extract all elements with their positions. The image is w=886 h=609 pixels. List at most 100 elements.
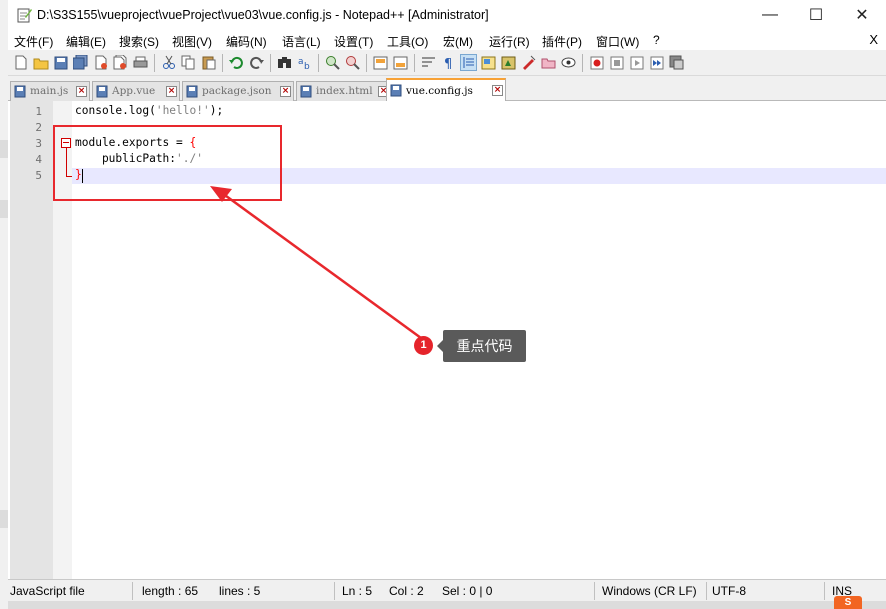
notepad-plus-plus-window: D:\S3S155\vueproject\vueProject\vue03\vu… <box>8 0 886 609</box>
tab-label: vue.config.js <box>406 85 473 97</box>
menu-view[interactable]: 视图(V) <box>172 33 212 50</box>
tab-package-json[interactable]: package.json × <box>182 81 294 101</box>
show-all-characters-icon[interactable]: ¶ <box>440 54 457 71</box>
status-bar: JavaScript file length : 65 lines : 5 Ln… <box>8 579 886 601</box>
svg-text:b: b <box>304 62 310 70</box>
close-window-button[interactable]: ✕ <box>839 0 885 30</box>
stop-record-icon[interactable] <box>608 54 625 71</box>
run-macro-multiple-icon[interactable] <box>648 54 665 71</box>
menu-encoding[interactable]: 编码(N) <box>226 33 267 50</box>
menu-run[interactable]: 运行(R) <box>489 33 530 50</box>
line-number: 3 <box>35 137 42 150</box>
toolbar-separator <box>270 54 271 72</box>
line-number: 4 <box>35 153 42 166</box>
status-separator <box>334 582 335 600</box>
menu-plugins[interactable]: 插件(P) <box>542 33 582 50</box>
notepad-app-icon <box>17 8 32 23</box>
title-bar[interactable]: D:\S3S155\vueproject\vueProject\vue03\vu… <box>8 0 886 30</box>
tab-close-icon[interactable]: × <box>492 85 503 96</box>
toolbar: ab ¶ <box>8 50 886 76</box>
redo-icon[interactable] <box>248 54 265 71</box>
copy-icon[interactable] <box>180 54 197 71</box>
save-macro-icon[interactable] <box>668 54 685 71</box>
menu-settings[interactable]: 设置(T) <box>334 33 373 50</box>
function-list-icon[interactable] <box>520 54 537 71</box>
line-number: 2 <box>35 121 42 134</box>
document-saved-icon <box>390 84 402 97</box>
status-eol[interactable]: Windows (CR LF) <box>602 584 697 598</box>
window-title: D:\S3S155\vueproject\vueProject\vue03\vu… <box>37 8 489 22</box>
close-document-button[interactable]: X <box>869 32 878 47</box>
maximize-button[interactable]: ☐ <box>793 0 839 30</box>
menu-search[interactable]: 搜索(S) <box>119 33 159 50</box>
taskbar-edge <box>8 601 886 609</box>
close-icon: ✕ <box>855 7 869 24</box>
tab-close-icon[interactable]: × <box>76 86 87 97</box>
document-saved-icon <box>14 85 26 98</box>
cut-icon[interactable] <box>160 54 177 71</box>
menu-window[interactable]: 窗口(W) <box>596 33 639 50</box>
menu-help[interactable]: ? <box>653 33 660 47</box>
record-macro-icon[interactable] <box>588 54 605 71</box>
status-selection: Sel : 0 | 0 <box>442 584 493 598</box>
zoom-in-icon[interactable] <box>324 54 341 71</box>
ime-sogou-icon[interactable]: S <box>834 596 862 609</box>
status-length: length : 65 <box>142 584 199 598</box>
menu-macro[interactable]: 宏(M) <box>443 33 473 50</box>
document-tab-bar: main.js × App.vue × package.json × index… <box>8 77 886 101</box>
toolbar-separator <box>154 54 155 72</box>
status-separator <box>594 582 595 600</box>
status-separator <box>824 582 825 600</box>
minimize-button[interactable]: — <box>747 0 793 30</box>
zoom-out-icon[interactable] <box>344 54 361 71</box>
menu-tools[interactable]: 工具(O) <box>387 33 428 50</box>
document-map-icon[interactable] <box>500 54 517 71</box>
play-macro-icon[interactable] <box>628 54 645 71</box>
tab-label: main.js <box>30 85 69 97</box>
tab-label: package.json <box>202 85 272 97</box>
monitoring-icon[interactable] <box>560 54 577 71</box>
menu-edit[interactable]: 编辑(E) <box>66 33 106 50</box>
svg-text:a: a <box>298 57 304 67</box>
replace-icon[interactable]: ab <box>296 54 313 71</box>
toolbar-separator <box>414 54 415 72</box>
code-line: console.log('hello!'); <box>75 104 224 117</box>
tab-label: index.html <box>316 85 373 97</box>
menu-file[interactable]: 文件(F) <box>14 33 53 50</box>
print-icon[interactable] <box>132 54 149 71</box>
find-icon[interactable] <box>276 54 293 71</box>
status-encoding[interactable]: UTF-8 <box>712 584 746 598</box>
highlight-box <box>53 125 282 201</box>
tab-close-icon[interactable]: × <box>166 86 177 97</box>
tab-close-icon[interactable]: × <box>280 86 291 97</box>
status-separator <box>706 582 707 600</box>
close-file-icon[interactable] <box>92 54 109 71</box>
tab-vue-config-js[interactable]: vue.config.js × <box>386 78 506 101</box>
new-file-icon[interactable] <box>12 54 29 71</box>
status-column: Col : 2 <box>389 584 424 598</box>
user-language-icon[interactable] <box>480 54 497 71</box>
step-badge: 1 <box>414 336 433 355</box>
menu-bar: 文件(F) 编辑(E) 搜索(S) 视图(V) 编码(N) 语言(L) 设置(T… <box>8 30 886 50</box>
save-icon[interactable] <box>52 54 69 71</box>
sync-vertical-icon[interactable] <box>372 54 389 71</box>
undo-icon[interactable] <box>228 54 245 71</box>
tab-index-html[interactable]: index.html × <box>296 81 392 101</box>
tab-app-vue[interactable]: App.vue × <box>92 81 180 101</box>
status-file-type: JavaScript file <box>10 584 85 598</box>
open-file-icon[interactable] <box>32 54 49 71</box>
menu-language[interactable]: 语言(L) <box>282 33 321 50</box>
folder-workspace-icon[interactable] <box>540 54 557 71</box>
paste-icon[interactable] <box>200 54 217 71</box>
tab-main-js[interactable]: main.js × <box>10 81 90 101</box>
indent-guide-icon[interactable] <box>460 54 477 71</box>
save-all-icon[interactable] <box>72 54 89 71</box>
sync-horizontal-icon[interactable] <box>392 54 409 71</box>
status-lines: lines : 5 <box>219 584 261 598</box>
word-wrap-icon[interactable] <box>420 54 437 71</box>
status-line: Ln : 5 <box>342 584 373 598</box>
close-all-icon[interactable] <box>112 54 129 71</box>
tab-label: App.vue <box>112 85 156 97</box>
toolbar-separator <box>366 54 367 72</box>
document-saved-icon <box>186 85 198 98</box>
